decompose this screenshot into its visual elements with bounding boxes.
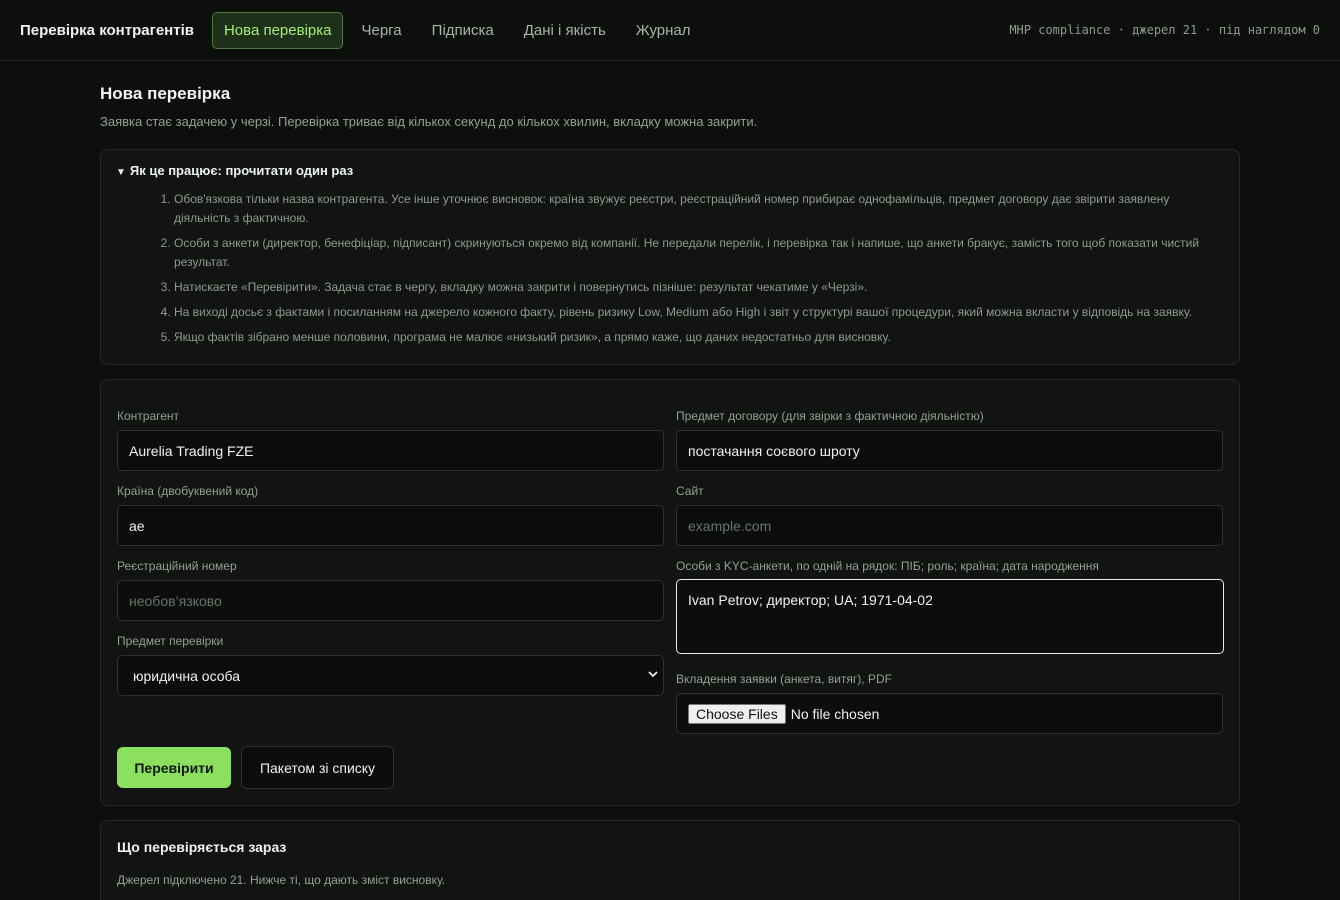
subject-label: Предмет договору (для звірки з фактичною… bbox=[676, 409, 984, 423]
check-form: Контрагент Aurelia Trading FZE Країна (д… bbox=[100, 379, 1240, 806]
tab-data-quality[interactable]: Дані і якість bbox=[512, 12, 618, 49]
submit-check-button[interactable]: Перевірити bbox=[117, 747, 231, 788]
step-item: Особи з анкети (директор, бенефіціар, пі… bbox=[174, 234, 1217, 272]
attachment-input[interactable]: Choose Files No file chosen bbox=[676, 693, 1223, 734]
persons-label: Особи з KYC-анкети, по одній на рядок: П… bbox=[676, 559, 1099, 573]
attachment-label: Вкладення заявки (анкета, витяг), PDF bbox=[676, 672, 892, 686]
regnum-field[interactable] bbox=[129, 592, 652, 609]
country-input[interactable]: ae bbox=[117, 505, 664, 546]
counterparty-label: Контрагент bbox=[117, 409, 180, 423]
tab-new-check[interactable]: Нова перевірка bbox=[211, 11, 344, 49]
how-it-works-steps: Обов'язкова тільки назва контрагента. Ус… bbox=[157, 190, 1217, 353]
choose-files-button[interactable]: Choose Files bbox=[688, 703, 786, 724]
persons-value: Ivan Petrov; директор; UA; 1971-04-02 bbox=[688, 592, 933, 608]
check-subject-value: юридична особа bbox=[133, 667, 241, 684]
attachment-status: No file chosen bbox=[790, 705, 880, 722]
triangle-down-icon: ▼ bbox=[116, 167, 126, 178]
status-line: MHP compliance · джерел 21 · під наглядо… bbox=[1009, 23, 1320, 37]
chevron-down-icon bbox=[647, 668, 659, 683]
step-item: Обов'язкова тільки назва контрагента. Ус… bbox=[174, 190, 1217, 228]
country-value: ae bbox=[129, 517, 145, 534]
how-it-works-toggle[interactable]: ▼ Як це працює: прочитати один раз bbox=[116, 163, 353, 178]
site-input[interactable] bbox=[676, 505, 1223, 546]
sources-subtitle: Джерел підключено 21. Нижче ті, що дають… bbox=[117, 873, 446, 887]
persons-textarea[interactable]: Ivan Petrov; директор; UA; 1971-04-02 bbox=[676, 579, 1224, 654]
tab-journal[interactable]: Журнал bbox=[624, 12, 703, 49]
regnum-label: Реєстраційний номер bbox=[117, 559, 237, 573]
page-title: Нова перевірка bbox=[100, 84, 231, 103]
site-label: Сайт bbox=[676, 484, 704, 498]
batch-button[interactable]: Пакетом зі списку bbox=[241, 746, 394, 789]
check-subject-label: Предмет перевірки bbox=[117, 634, 224, 648]
page-subtitle: Заявка стає задачею у черзі. Перевірка т… bbox=[100, 114, 758, 129]
subject-input[interactable]: постачання соєвого шроту bbox=[676, 430, 1223, 471]
step-item: На виході досьє з фактами і посиланням н… bbox=[174, 303, 1217, 322]
how-it-works-summary: Як це працює: прочитати один раз bbox=[129, 163, 354, 178]
counterparty-value: Aurelia Trading FZE bbox=[129, 442, 254, 459]
app-title: Перевірка контрагентів bbox=[20, 21, 194, 39]
subject-value: постачання соєвого шроту bbox=[688, 442, 860, 459]
how-it-works-panel: ▼Як це працює: прочитати один раз Обов'я… bbox=[100, 149, 1240, 365]
step-item: Натискаєте «Перевірити». Задача стає в ч… bbox=[174, 278, 1217, 297]
step-item: Якщо фактів зібрано менше половини, прог… bbox=[174, 328, 1217, 347]
top-nav: Перевірка контрагентів Нова перевірка Че… bbox=[0, 0, 1340, 61]
site-field[interactable] bbox=[688, 517, 1211, 534]
tab-queue[interactable]: Черга bbox=[349, 12, 413, 49]
tab-subscription[interactable]: Підписка bbox=[420, 12, 506, 49]
check-subject-select[interactable]: юридична особа bbox=[117, 655, 664, 696]
sources-panel: Що перевіряється зараз Джерел підключено… bbox=[100, 820, 1240, 900]
sources-title: Що перевіряється зараз bbox=[117, 839, 287, 855]
regnum-input[interactable] bbox=[117, 580, 664, 621]
counterparty-input[interactable]: Aurelia Trading FZE bbox=[117, 430, 664, 471]
country-label: Країна (двобуквений код) bbox=[117, 484, 259, 498]
